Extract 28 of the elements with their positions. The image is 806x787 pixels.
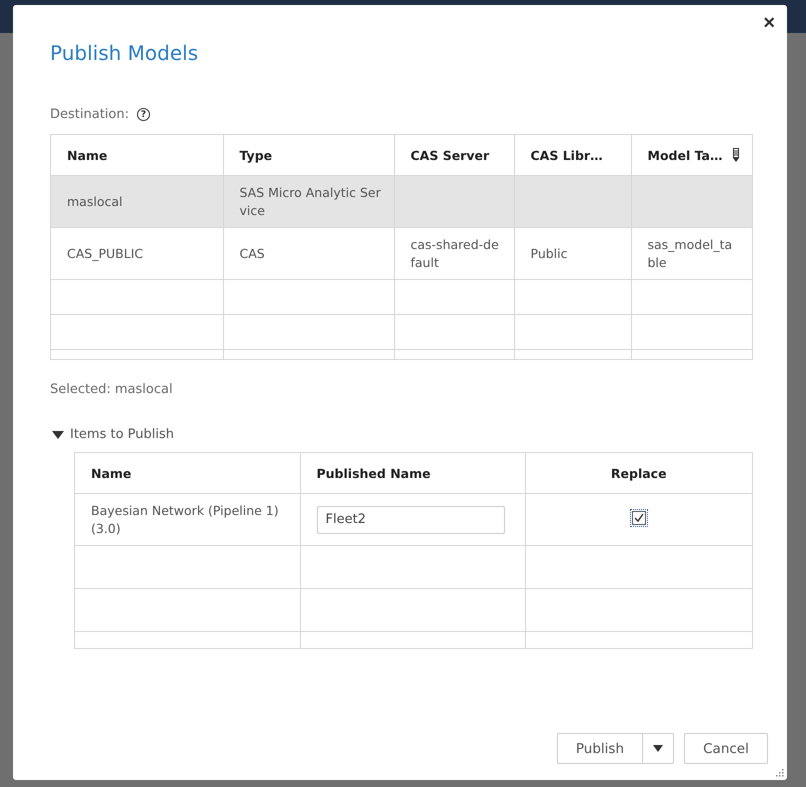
table-cell: Bayesian Network (Pipeline 1) (3.0): [75, 494, 300, 546]
destination-label: Destination:: [50, 107, 129, 122]
selection-text: Selected: maslocal: [50, 382, 174, 397]
table-cell[interactable]: SAS Micro Analytic Service: [223, 176, 394, 228]
close-button[interactable]: ×: [759, 13, 779, 33]
column-menu-icon[interactable]: [732, 148, 740, 162]
resize-grip-icon[interactable]: [775, 768, 784, 777]
caret-icon: [653, 745, 663, 752]
table-cell[interactable]: cas-shared-default: [394, 228, 514, 280]
dialog-title: Publish Models: [50, 41, 200, 65]
caret-icon: [52, 430, 64, 438]
column-header: Name: [75, 453, 300, 494]
column-header: Published Name: [300, 453, 525, 494]
table-cell[interactable]: CAS: [223, 228, 394, 280]
published-name-field[interactable]: Fleet2: [316, 506, 504, 534]
table-cell[interactable]: [394, 176, 514, 228]
publish-button[interactable]: Publish: [556, 733, 643, 764]
column-header: Replace: [525, 453, 752, 494]
cancel-button[interactable]: Cancel: [684, 733, 768, 764]
table-cell[interactable]: [514, 176, 631, 228]
section-toggle[interactable]: Items to Publish: [50, 427, 174, 442]
table-cell[interactable]: Public: [514, 228, 631, 280]
help-icon[interactable]: ?: [136, 108, 150, 121]
replace-checkbox[interactable]: [630, 509, 648, 527]
table-cell[interactable]: CAS_PUBLIC: [51, 228, 223, 280]
table-cell[interactable]: maslocal: [51, 176, 223, 228]
table-cell[interactable]: [631, 176, 752, 228]
dropdown-button[interactable]: [643, 733, 674, 764]
